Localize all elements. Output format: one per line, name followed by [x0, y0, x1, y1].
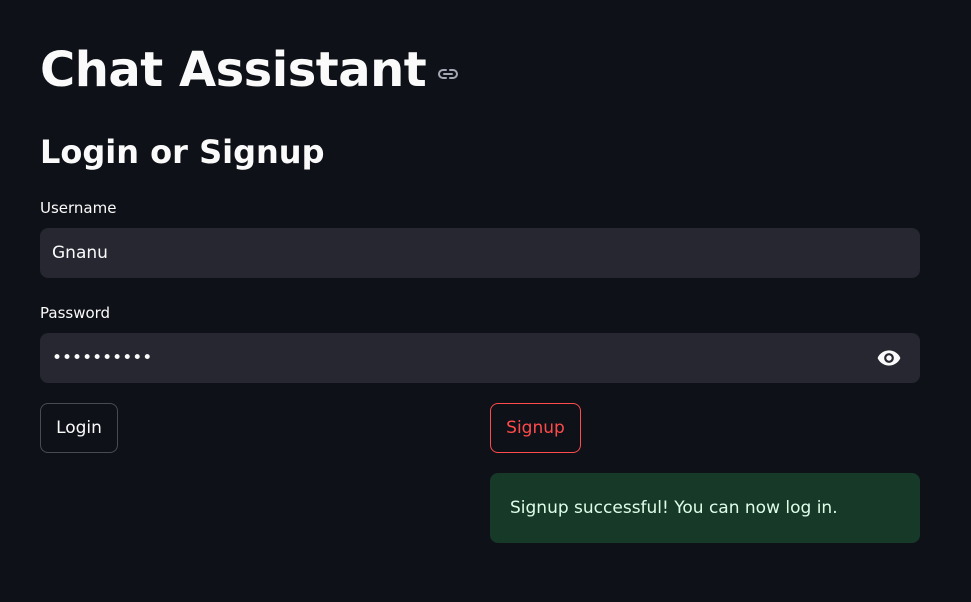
eye-icon — [877, 350, 901, 366]
link-icon[interactable] — [436, 62, 460, 86]
success-alert-message: Signup successful! You can now log in. — [510, 498, 838, 518]
show-password-button[interactable] — [859, 334, 919, 382]
signup-button[interactable]: Signup — [490, 403, 581, 453]
password-label: Password — [40, 304, 111, 322]
password-input-container — [40, 333, 920, 383]
login-button[interactable]: Login — [40, 403, 118, 453]
password-input[interactable] — [41, 334, 859, 382]
username-input[interactable] — [41, 229, 919, 277]
success-alert: Signup successful! You can now log in. — [490, 473, 920, 543]
username-label: Username — [40, 199, 117, 217]
page-title: Chat Assistant — [40, 42, 427, 98]
app-page: Chat Assistant Login or Signup Username … — [0, 0, 971, 602]
username-input-container — [40, 228, 920, 278]
section-heading: Login or Signup — [40, 133, 325, 171]
title-row: Chat Assistant — [40, 38, 460, 102]
